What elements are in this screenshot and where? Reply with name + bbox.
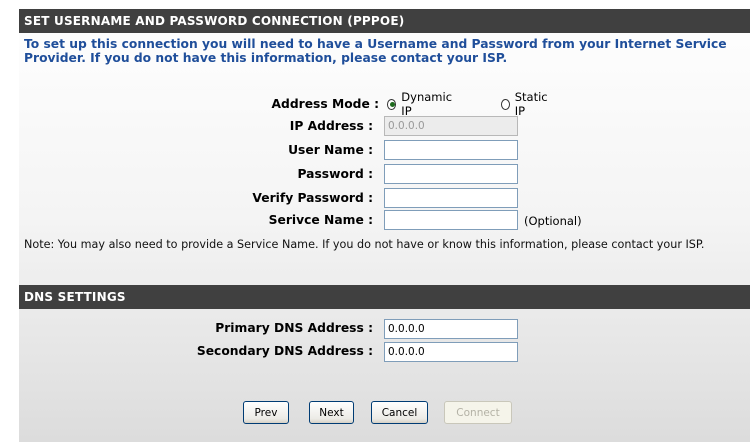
wizard-panel: SET USERNAME AND PASSWORD CONNECTION (PP…	[19, 0, 750, 442]
pppoe-intro-text: To set up this connection you will need …	[24, 37, 727, 65]
service-name-label: Serivce Name :	[268, 213, 373, 227]
radio-static-ip[interactable]: Static IP	[501, 90, 550, 118]
address-mode-label: Address Mode :	[271, 97, 379, 111]
radio-dynamic-ip[interactable]: Dynamic IP	[387, 90, 454, 118]
secondary-dns-label: Secondary DNS Address :	[196, 344, 373, 358]
ip-address-label: IP Address :	[289, 119, 373, 133]
user-name-input[interactable]	[384, 140, 518, 160]
password-label: Password :	[297, 167, 374, 181]
verify-password-label: Verify Password :	[252, 191, 373, 205]
dns-section-header: DNS SETTINGS	[19, 285, 750, 309]
password-input[interactable]	[384, 164, 518, 184]
service-name-note: Note: You may also need to provide a Ser…	[24, 238, 705, 251]
verify-password-input[interactable]	[384, 188, 518, 208]
user-name-label: User Name :	[288, 143, 373, 157]
radio-static-ip-button[interactable]	[501, 98, 510, 110]
primary-dns-input[interactable]	[384, 319, 518, 339]
connect-button[interactable]: Connect	[444, 401, 512, 424]
cancel-button[interactable]: Cancel	[371, 401, 428, 424]
service-name-input[interactable]	[384, 210, 518, 230]
service-name-optional-hint: (Optional)	[524, 214, 582, 228]
secondary-dns-input[interactable]	[384, 342, 518, 362]
primary-dns-label: Primary DNS Address :	[215, 321, 373, 335]
radio-dynamic-ip-label: Dynamic IP	[401, 90, 453, 118]
next-button[interactable]: Next	[309, 401, 354, 424]
prev-button[interactable]: Prev	[243, 401, 289, 424]
radio-dynamic-ip-button[interactable]	[387, 98, 397, 110]
pppoe-section-header: SET USERNAME AND PASSWORD CONNECTION (PP…	[19, 9, 750, 33]
ip-address-input[interactable]	[384, 116, 518, 136]
radio-static-ip-label: Static IP	[514, 90, 548, 118]
